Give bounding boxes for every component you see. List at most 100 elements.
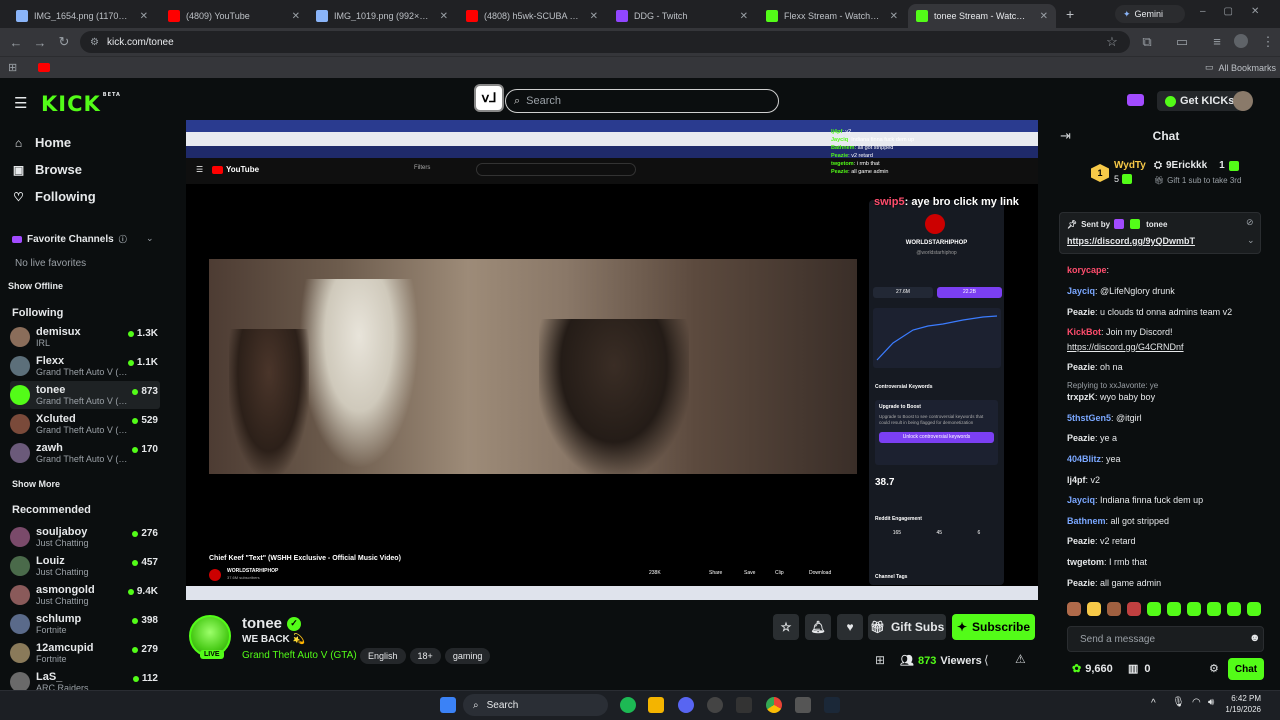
chat-username[interactable]: Peazie [1067, 578, 1095, 588]
chat-settings-icon[interactable]: ⚙ [1209, 662, 1219, 675]
apps-grid-icon[interactable]: ⊞ [8, 61, 17, 74]
close-tab-icon[interactable]: ✕ [1040, 11, 1048, 22]
chat-username[interactable]: Jayciq [1067, 286, 1095, 296]
sidebar-channel-recommended[interactable]: asmongold Just Chatting 9.4K [10, 581, 160, 609]
gift-subs-button[interactable]: 🎁︎ Gift Subs [868, 614, 946, 640]
sidebar-item-following[interactable]: ♡ Following [12, 189, 96, 204]
share-icon[interactable]: ⟨ [984, 653, 989, 667]
favorite-channels-header[interactable]: Favorite Channels ⓘ [12, 234, 127, 245]
browser-tab[interactable]: (4808) h5wk-SCUBA JUKE(IT ✕ [458, 4, 606, 28]
report-icon[interactable]: ⚠ [1015, 652, 1026, 666]
sidebar-channel-recommended[interactable]: souljaboy Just Chatting 276 [10, 523, 160, 551]
chrome-icon[interactable] [766, 697, 782, 713]
media-icon[interactable]: ▭ [1170, 34, 1194, 50]
chevron-down-icon[interactable]: ⌄ [146, 233, 154, 244]
favorite-star-button[interactable]: ☆ [773, 614, 799, 640]
microphone-icon[interactable]: 🎙︎ [1172, 697, 1185, 708]
follow-button[interactable]: ♥ [837, 614, 863, 640]
close-tab-icon[interactable]: ✕ [740, 11, 748, 22]
emoji-icon[interactable]: ☻ [1249, 632, 1261, 644]
steam-icon[interactable] [824, 697, 840, 713]
browser-tab[interactable]: DDG - Twitch ✕ [608, 4, 756, 28]
stream-tag[interactable]: English [360, 648, 406, 664]
unpin-icon[interactable]: ⊘ [1246, 217, 1254, 228]
extensions-icon[interactable]: ⧉ [1135, 34, 1159, 50]
emote-icon[interactable] [1207, 602, 1221, 616]
chat-username[interactable]: 404Blitz [1067, 454, 1101, 464]
emote-icon[interactable] [1107, 602, 1121, 616]
emote-icon[interactable] [1067, 602, 1081, 616]
epic-games-icon[interactable] [736, 697, 752, 713]
stream-category-link[interactable]: Grand Theft Auto V (GTA) [242, 650, 357, 661]
spotify-icon[interactable] [620, 697, 636, 713]
sidebar-channel-recommended[interactable]: LaS_ ARC Raiders 112 [10, 668, 160, 690]
chat-username[interactable]: korycape [1067, 265, 1107, 275]
sidebar-channel-following[interactable]: demisux IRL 1.3K [10, 323, 160, 351]
pinned-link[interactable]: https://discord.gg/9yQDwmbT [1067, 236, 1195, 246]
browser-tab[interactable]: IMG_1019.png (992×597) ✕ [308, 4, 456, 28]
app-icon[interactable] [707, 697, 723, 713]
chat-username[interactable]: lj4pf [1067, 475, 1086, 485]
notifications-button[interactable]: 🔔︎ [805, 614, 831, 640]
chat-username[interactable]: trxpzK [1067, 392, 1095, 402]
stream-tag[interactable]: gaming [444, 648, 491, 664]
site-info-icon[interactable]: ⚙ [90, 37, 99, 48]
close-tab-icon[interactable]: ✕ [292, 11, 300, 22]
emote-icon[interactable] [1127, 602, 1141, 616]
all-bookmarks-button[interactable]: ▭ All Bookmarks [1205, 62, 1276, 73]
emote-icon[interactable] [1227, 602, 1241, 616]
tray-chevron-icon[interactable]: ^ [1151, 698, 1156, 709]
chat-username[interactable]: Peazie [1067, 536, 1095, 546]
screen-capture-icon[interactable]: ⅴ⅃ [474, 84, 504, 112]
close-tab-icon[interactable]: ✕ [140, 11, 148, 22]
back-icon[interactable]: ← [4, 35, 28, 50]
url-bar[interactable]: ⚙ kick.com/tonee [80, 31, 1130, 53]
chat-username[interactable]: Jayciq [1067, 495, 1095, 505]
browser-tab[interactable]: IMG_1654.png (1170×581) ✕ [8, 4, 156, 28]
gifter1-name[interactable]: WydTy [1114, 160, 1146, 171]
sidebar-channel-recommended[interactable]: 12amcupid Fortnite 279 [10, 639, 160, 667]
reload-icon[interactable]: ↻ [52, 34, 76, 50]
chat-username[interactable]: twgetom [1067, 557, 1104, 567]
clock[interactable]: 6:42 PM 1/19/2026 [1225, 693, 1261, 715]
browser-menu-icon[interactable]: ⋮ [1256, 34, 1280, 50]
browser-tab[interactable]: (4809) YouTube ✕ [160, 4, 308, 28]
stream-tag[interactable]: 18+ [409, 648, 441, 664]
windows-start-icon[interactable] [440, 697, 456, 713]
youtube-bookmark-icon[interactable] [38, 63, 50, 72]
chat-link[interactable]: https://discord.gg/G4CRNDnf [1067, 342, 1184, 352]
kick-logo[interactable]: KICK BETA [41, 92, 121, 116]
browser-tab[interactable]: tonee Stream - Watch Live on ✕ [908, 4, 1056, 28]
subscribe-button[interactable]: ✦ Subscribe [952, 614, 1035, 640]
gifter2-row[interactable]: ⛭ 9Erickkk 1 [1154, 160, 1241, 171]
send-chat-button[interactable]: Chat [1228, 658, 1264, 680]
sidebar-item-browse[interactable]: ▣ Browse [12, 162, 82, 177]
chat-username[interactable]: 5thstGen5 [1067, 413, 1111, 423]
emote-icon[interactable] [1147, 602, 1161, 616]
gemini-button[interactable]: ✦ Gemini [1115, 5, 1185, 23]
window-controls[interactable]: –▢✕ [1200, 6, 1277, 17]
chevron-down-icon[interactable]: ⌄ [1247, 235, 1255, 246]
wifi-icon[interactable]: ◠ [1192, 697, 1201, 708]
browser-tab[interactable]: Flexx Stream - Watch Live on ✕ [758, 4, 906, 28]
sidebar-item-home[interactable]: ⌂ Home [12, 135, 71, 150]
sidebar-channel-following[interactable]: zawh Grand Theft Auto V (G... 170 [10, 439, 160, 467]
emote-icon[interactable] [1247, 602, 1261, 616]
chat-username[interactable]: Bathnem [1067, 516, 1106, 526]
channel-points[interactable]: ✿ 9,660 [1072, 662, 1113, 676]
emote-icon[interactable] [1167, 602, 1181, 616]
gift-count[interactable]: ▥ 0 [1128, 662, 1151, 676]
get-kicks-button[interactable]: Get KICKs [1157, 91, 1243, 111]
profile-avatar[interactable] [1234, 34, 1248, 48]
show-more-button[interactable]: Show More [12, 479, 60, 489]
chat-input[interactable]: Send a message ☻ [1067, 626, 1264, 652]
discord-icon[interactable] [678, 697, 694, 713]
file-explorer-icon[interactable] [648, 697, 664, 713]
search-input[interactable]: ⌕ Search [505, 89, 779, 113]
close-tab-icon[interactable]: ✕ [440, 11, 448, 22]
chat-username[interactable]: Peazie [1067, 433, 1095, 443]
hamburger-menu-icon[interactable]: ☰ [14, 94, 27, 112]
chat-username[interactable]: KickBot [1067, 327, 1101, 337]
video-player[interactable]: ☰ YouTube Filters Chief Keef "Text" (WSH… [186, 120, 1038, 600]
sidebar-channel-following[interactable]: tonee Grand Theft Auto V (G... 873 [10, 381, 160, 409]
